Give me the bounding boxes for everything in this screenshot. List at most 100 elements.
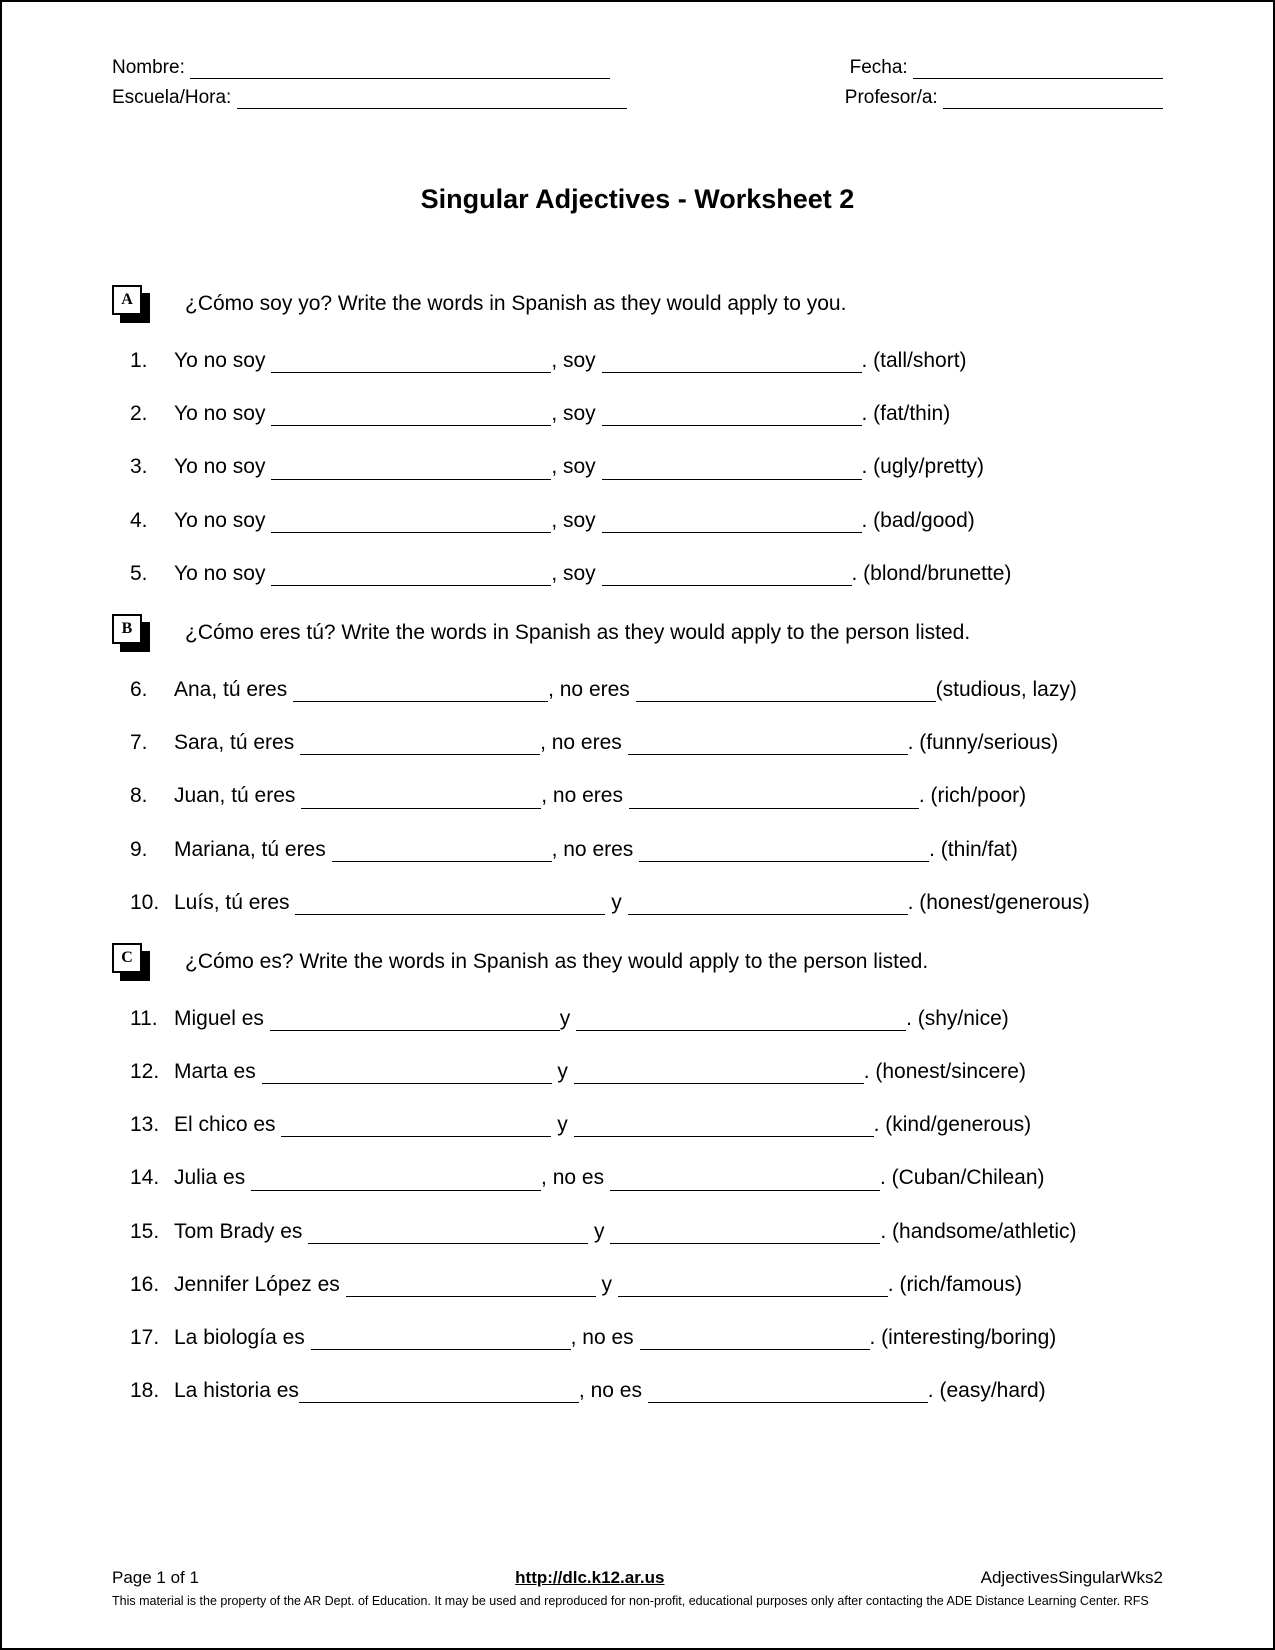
answer-blank[interactable] [311, 1329, 571, 1350]
question-item: 8.Juan, tú eres , no eres . (rich/poor) [130, 783, 1163, 808]
question-item: 1. Yo no soy , soy . (tall/short) [130, 348, 1163, 373]
question-text-mid: y [596, 1273, 618, 1296]
question-text-mid: , soy [551, 509, 601, 532]
answer-blank[interactable] [610, 1223, 880, 1244]
question-text-pre: Jennifer López es [174, 1273, 346, 1296]
footer-url[interactable]: http://dlc.k12.ar.us [515, 1568, 664, 1588]
section-a-letter: A [112, 285, 142, 315]
question-item: 13.El chico es y . (kind/generous) [130, 1112, 1163, 1137]
question-body: Jennifer López es y . (rich/famous) [174, 1272, 1022, 1297]
header-row-2: Escuela/Hora: Profesor/a: [112, 87, 1163, 109]
answer-blank[interactable] [300, 734, 540, 755]
question-text-pre: Yo no soy [174, 402, 271, 425]
answer-blank[interactable] [602, 459, 862, 480]
worksheet-page: Nombre: Fecha: Escuela/Hora: Profesor/a:… [0, 0, 1275, 1650]
answer-blank[interactable] [271, 352, 551, 373]
fecha-field: Fecha: [850, 57, 1163, 79]
question-text-mid: y [588, 1220, 610, 1243]
question-text-pre: El chico es [174, 1113, 281, 1136]
answer-blank[interactable] [271, 565, 551, 586]
question-hint: . (thin/fat) [929, 838, 1018, 861]
answer-blank[interactable] [299, 1382, 579, 1403]
answer-blank[interactable] [574, 1116, 874, 1137]
question-text-mid: , no eres [552, 838, 640, 861]
question-item: 18.La historia es, no es . (easy/hard) [130, 1378, 1163, 1403]
answer-blank[interactable] [576, 1010, 906, 1031]
question-number: 17. [130, 1325, 164, 1350]
section-a-prompt: ¿Cómo soy yo? Write the words in Spanish… [185, 292, 846, 316]
fecha-input-line[interactable] [913, 78, 1163, 79]
profesor-input-line[interactable] [943, 108, 1163, 109]
question-body: Yo no soy , soy . (tall/short) [174, 348, 967, 373]
answer-blank[interactable] [648, 1382, 928, 1403]
footer-doc: AdjectivesSingularWks2 [981, 1568, 1163, 1588]
answer-blank[interactable] [639, 841, 929, 862]
nombre-input-line[interactable] [190, 78, 610, 79]
question-number: 2. [130, 401, 164, 426]
answer-blank[interactable] [602, 405, 862, 426]
answer-blank[interactable] [574, 1063, 864, 1084]
question-text-pre: Yo no soy [174, 562, 271, 585]
answer-blank[interactable] [271, 512, 551, 533]
question-body: Ana, tú eres , no eres (studious, lazy) [174, 677, 1077, 702]
question-text-mid: , soy [551, 562, 601, 585]
question-body: Yo no soy , soy . (bad/good) [174, 508, 975, 533]
question-body: Marta es y . (honest/sincere) [174, 1059, 1026, 1084]
question-number: 16. [130, 1272, 164, 1297]
question-item: 2. Yo no soy , soy . (fat/thin) [130, 401, 1163, 426]
question-text-pre: Marta es [174, 1060, 262, 1083]
question-number: 13. [130, 1112, 164, 1137]
answer-blank[interactable] [640, 1329, 870, 1350]
answer-blank[interactable] [618, 1276, 888, 1297]
answer-blank[interactable] [251, 1170, 541, 1191]
section-a-head: A ¿Cómo soy yo? Write the words in Spani… [112, 285, 1163, 323]
question-text-mid: y [552, 1060, 574, 1083]
answer-blank[interactable] [295, 894, 605, 915]
answer-blank[interactable] [301, 788, 541, 809]
answer-blank[interactable] [270, 1010, 560, 1031]
escuela-label: Escuela/Hora: [112, 87, 231, 108]
section-a-items: 1. Yo no soy , soy . (tall/short) 2. Yo no … [112, 348, 1163, 586]
answer-blank[interactable] [636, 681, 936, 702]
question-text-mid: , no es [579, 1379, 648, 1402]
answer-blank[interactable] [628, 894, 908, 915]
answer-blank[interactable] [602, 565, 852, 586]
answer-blank[interactable] [332, 841, 552, 862]
question-number: 18. [130, 1378, 164, 1403]
question-text-pre: Yo no soy [174, 509, 271, 532]
question-hint: . (bad/good) [862, 509, 975, 532]
question-text-pre: La biología es [174, 1326, 311, 1349]
question-item: 17.La biología es , no es . (interesting… [130, 1325, 1163, 1350]
nombre-field: Nombre: [112, 57, 610, 79]
answer-blank[interactable] [346, 1276, 596, 1297]
question-text-pre: Yo no soy [174, 349, 271, 372]
answer-blank[interactable] [281, 1116, 551, 1137]
answer-blank[interactable] [629, 788, 919, 809]
question-number: 6. [130, 677, 164, 702]
question-item: 15.Tom Brady es y . (handsome/athletic) [130, 1219, 1163, 1244]
question-hint: . (ugly/pretty) [862, 455, 985, 478]
answer-blank[interactable] [271, 459, 551, 480]
answer-blank[interactable] [602, 512, 862, 533]
answer-blank[interactable] [271, 405, 551, 426]
answer-blank[interactable] [610, 1170, 880, 1191]
worksheet-title: Singular Adjectives - Worksheet 2 [112, 184, 1163, 215]
answer-blank[interactable] [308, 1223, 588, 1244]
answer-blank[interactable] [262, 1063, 552, 1084]
answer-blank[interactable] [602, 352, 862, 373]
question-item: 4.Yo no soy , soy . (bad/good) [130, 508, 1163, 533]
question-text-mid: , no eres [548, 678, 636, 701]
question-number: 8. [130, 783, 164, 808]
answer-blank[interactable] [628, 734, 908, 755]
question-hint: . (funny/serious) [908, 731, 1059, 754]
question-text-pre: Tom Brady es [174, 1220, 308, 1243]
question-number: 7. [130, 730, 164, 755]
question-number: 1. [130, 348, 164, 373]
question-item: 9.Mariana, tú eres , no eres . (thin/fat… [130, 837, 1163, 862]
footer: Page 1 of 1 http://dlc.k12.ar.us Adjecti… [112, 1568, 1163, 1608]
answer-blank[interactable] [293, 681, 548, 702]
escuela-field: Escuela/Hora: [112, 87, 627, 109]
question-text-pre: Yo no soy [174, 455, 271, 478]
question-body: Yo no soy , soy . (fat/thin) [174, 401, 950, 426]
escuela-input-line[interactable] [237, 108, 627, 109]
